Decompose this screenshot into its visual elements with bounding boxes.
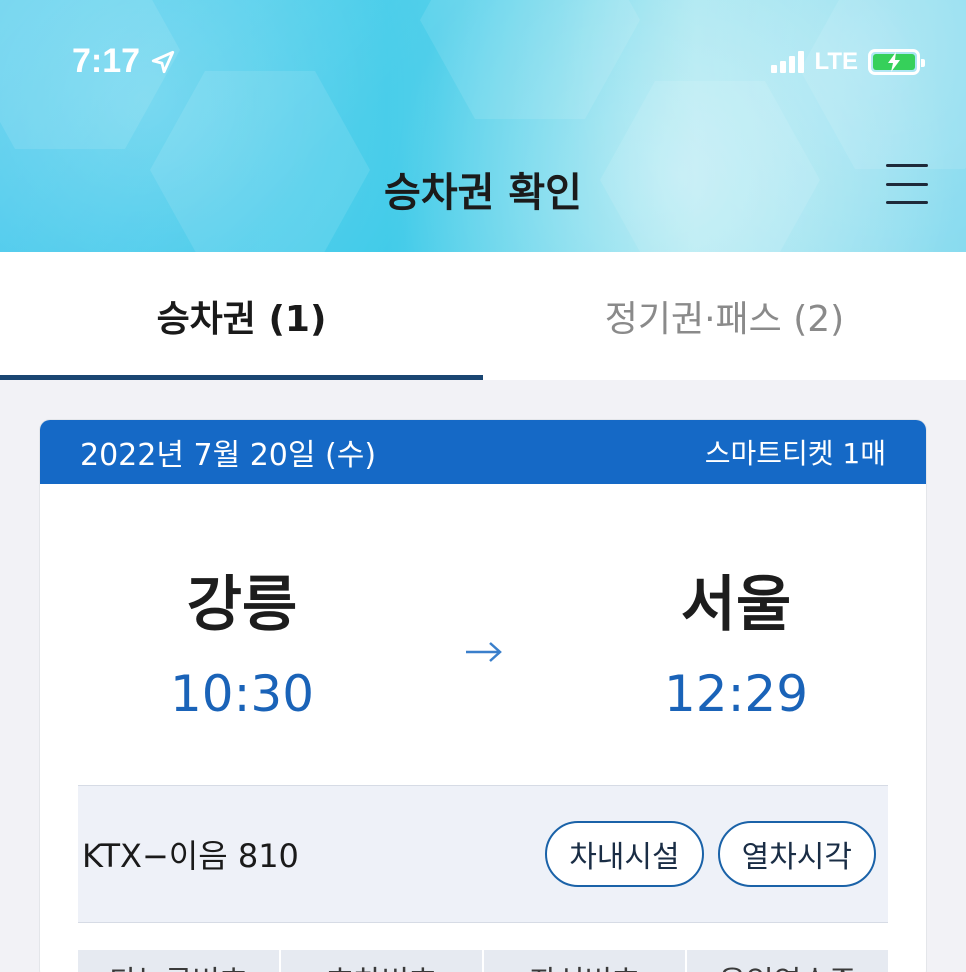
page-title: 승차권 확인 xyxy=(384,170,582,216)
header-decoration xyxy=(150,71,370,252)
departure-station: 강릉 xyxy=(186,570,298,640)
arrival-time: 12:29 xyxy=(663,665,809,723)
status-indicators: LTE xyxy=(771,48,925,76)
timetable-button[interactable]: 열차시각 xyxy=(717,821,876,887)
train-info-row: KTX−이음 810 차내시설 열차시각 xyxy=(78,785,888,923)
ticket-info-header: 타는곳번호 호차번호 좌석번호 운임영수증 xyxy=(78,950,888,972)
location-arrow-icon xyxy=(151,50,175,73)
column-car: 호차번호 xyxy=(281,950,484,972)
travel-date: 2022년 7월 20일 (수) xyxy=(80,438,377,473)
menu-icon[interactable] xyxy=(886,164,928,204)
signal-icon xyxy=(771,51,805,73)
ticket-type: 스마트티켓 1매 xyxy=(704,437,886,470)
departure: 강릉 10:30 xyxy=(92,556,392,723)
departure-time: 10:30 xyxy=(169,665,315,723)
header-decoration xyxy=(800,0,966,169)
column-receipt[interactable]: 운임영수증 xyxy=(687,950,888,972)
arrival: 서울 12:29 xyxy=(586,556,886,723)
status-time-text: 7:17 xyxy=(72,42,141,80)
facilities-button[interactable]: 차내시설 xyxy=(545,821,704,887)
app-header: 7:17 LTE 승차권 확인 xyxy=(0,0,966,252)
arrival-station: 서울 xyxy=(680,570,792,640)
column-seat: 좌석번호 xyxy=(484,950,687,972)
train-name: KTX−이음 810 xyxy=(82,837,299,875)
column-platform: 타는곳번호 xyxy=(78,950,281,972)
tab-bar: 승차권 (1) 정기권·패스 (2) xyxy=(0,252,966,380)
battery-icon xyxy=(868,49,925,75)
train-buttons: 차내시설 열차시각 xyxy=(545,821,876,887)
arrow-right-icon xyxy=(466,642,502,662)
ticket-card-header: 2022년 7월 20일 (수) 스마트티켓 1매 xyxy=(40,420,926,484)
tab-tickets[interactable]: 승차권 (1) xyxy=(0,252,483,380)
ticket-card: 2022년 7월 20일 (수) 스마트티켓 1매 강릉 10:30 서울 12… xyxy=(40,420,926,972)
route-section: 강릉 10:30 서울 12:29 xyxy=(40,484,926,784)
tab-passes[interactable]: 정기권·패스 (2) xyxy=(483,252,966,380)
header-decoration xyxy=(420,0,640,119)
status-time: 7:17 xyxy=(72,42,176,81)
network-label: LTE xyxy=(814,48,858,75)
